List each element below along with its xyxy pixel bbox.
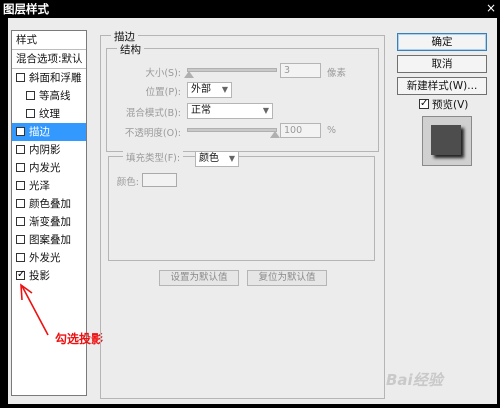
position-dropdown[interactable]: 外部 ▼ <box>187 82 232 98</box>
color-label: 颜色: <box>116 177 139 188</box>
drop-shadow-checkbox[interactable]: ✓ <box>16 270 25 280</box>
style-item-inner-shadow[interactable]: 内阴影 <box>12 141 86 159</box>
style-item-label: 内阴影 <box>29 144 61 156</box>
satin-checkbox[interactable] <box>16 181 25 190</box>
ok-button[interactable]: 确定 <box>397 33 487 51</box>
stroke-checkbox[interactable] <box>16 127 25 136</box>
annotation-text: 勾选投影 <box>55 332 104 346</box>
size-label: 大小(S): <box>145 68 181 79</box>
style-item-inner-glow[interactable]: 内发光 <box>12 159 86 177</box>
blend-mode-dropdown[interactable]: 正常 ▼ <box>187 103 273 119</box>
bevel-emboss-checkbox[interactable] <box>16 73 25 82</box>
style-item-label: 图案叠加 <box>29 234 71 246</box>
style-item-satin[interactable]: 光泽 <box>12 177 86 195</box>
style-item-gradient-overlay[interactable]: 渐变叠加 <box>12 213 86 231</box>
fill-type-dropdown[interactable]: 颜色 ▼ <box>195 151 239 167</box>
blend-options-item[interactable]: 混合选项:默认 <box>12 50 86 68</box>
opacity-slider[interactable] <box>187 128 277 132</box>
fill-type-value: 颜色 <box>199 153 219 164</box>
preview-shape <box>431 125 461 155</box>
chevron-down-icon: ▼ <box>262 106 269 115</box>
style-item-contour[interactable]: 等高线 <box>12 87 86 105</box>
window-title: 图层样式 <box>3 2 49 16</box>
title-bar: 图层样式 × <box>0 0 500 18</box>
size-slider-thumb[interactable] <box>184 71 194 78</box>
annotation-arrow <box>20 283 49 336</box>
pattern-overlay-checkbox[interactable] <box>16 235 25 244</box>
inner-glow-checkbox[interactable] <box>16 163 25 172</box>
texture-checkbox[interactable] <box>26 109 35 118</box>
inner-shadow-checkbox[interactable] <box>16 145 25 154</box>
blend-mode-label: 混合模式(B): <box>125 108 181 119</box>
watermark: Bai经验 <box>378 362 490 396</box>
preview-label: 预览(V) <box>432 99 469 111</box>
size-input[interactable]: 3 <box>280 63 321 78</box>
watermark-text: Bai经验 <box>386 371 443 389</box>
style-item-stroke[interactable]: 描边 <box>12 123 86 141</box>
style-item-label: 内发光 <box>29 162 61 174</box>
opacity-slider-thumb[interactable] <box>270 131 280 138</box>
size-unit: 像素 <box>327 68 347 79</box>
style-item-label: 纹理 <box>39 108 60 120</box>
cancel-button[interactable]: 取消 <box>397 55 487 73</box>
style-item-label: 等高线 <box>39 90 71 102</box>
structure-title: 结构 <box>117 42 144 57</box>
gradient-overlay-checkbox[interactable] <box>16 217 25 226</box>
style-item-label: 外发光 <box>29 252 61 264</box>
color-overlay-checkbox[interactable] <box>16 199 25 208</box>
opacity-input[interactable]: 100 <box>280 123 321 138</box>
reset-default-button[interactable]: 复位为默认值 <box>247 270 327 286</box>
outer-glow-checkbox[interactable] <box>16 253 25 262</box>
preview-checkbox[interactable]: ✓ <box>419 99 429 109</box>
style-item-texture[interactable]: 纹理 <box>12 105 86 123</box>
style-item-bevel-emboss[interactable]: 斜面和浮雕 <box>12 69 86 87</box>
fill-type-label: 填充类型(F): <box>123 150 184 164</box>
position-label: 位置(P): <box>145 87 181 98</box>
style-item-outer-glow[interactable]: 外发光 <box>12 249 86 267</box>
fill-type-group: 填充类型(F): 颜色 ▼ 颜色: <box>108 150 375 261</box>
stroke-panel: 描边 结构 大小(S): 3 像素 位置(P): 外部 ▼ 混合模式(B): 正… <box>100 29 385 399</box>
chevron-down-icon: ▼ <box>221 85 228 94</box>
style-item-pattern-overlay[interactable]: 图案叠加 <box>12 231 86 249</box>
chevron-down-icon: ▼ <box>228 154 235 163</box>
style-item-label: 描边 <box>29 126 50 138</box>
window-border-bottom <box>0 404 500 408</box>
new-style-button[interactable]: 新建样式(W)... <box>397 77 487 95</box>
opacity-unit: % <box>327 125 337 136</box>
color-swatch[interactable] <box>142 173 177 187</box>
size-slider[interactable] <box>187 68 277 72</box>
structure-group: 结构 大小(S): 3 像素 位置(P): 外部 ▼ 混合模式(B): 正常 ▼… <box>106 42 379 152</box>
position-value: 外部 <box>191 84 211 95</box>
style-preview-thumbnail <box>422 116 472 166</box>
style-item-label: 光泽 <box>29 180 50 192</box>
blend-mode-value: 正常 <box>191 105 211 116</box>
close-icon[interactable]: × <box>485 2 497 14</box>
set-default-button[interactable]: 设置为默认值 <box>159 270 239 286</box>
style-item-label: 颜色叠加 <box>29 198 71 210</box>
contour-checkbox[interactable] <box>26 91 35 100</box>
style-item-label: 渐变叠加 <box>29 216 71 228</box>
style-list-header[interactable]: 样式 <box>12 31 86 49</box>
style-item-color-overlay[interactable]: 颜色叠加 <box>12 195 86 213</box>
window-border-left <box>0 18 8 408</box>
opacity-label: 不透明度(O): <box>124 128 181 139</box>
style-item-label: 斜面和浮雕 <box>29 72 82 84</box>
